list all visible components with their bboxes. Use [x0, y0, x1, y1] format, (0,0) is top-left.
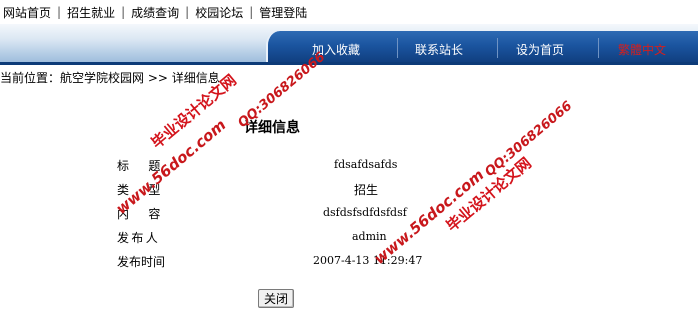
nav-separator: |	[57, 5, 62, 19]
detail-title: 详细信息	[244, 120, 300, 136]
author-label: 发布人	[117, 231, 161, 245]
breadcrumb: 当前位置：航空学院校园网 >> 详细信息	[0, 69, 220, 86]
nav-jobs-link[interactable]: 招生就业	[66, 4, 116, 21]
breadcrumb-prefix: 当前位置：	[0, 71, 61, 85]
banner-divider	[397, 38, 398, 58]
nav-separator: |	[121, 5, 126, 19]
content-label: 内 容	[117, 207, 169, 221]
page: 网站首页 | 招生就业 | 成绩查询 | 校园论坛 | 管理登陆 加入收藏 联系…	[0, 0, 698, 327]
watermark-qq: QQ:306826066	[482, 98, 576, 180]
breadcrumb-arrow: >>	[147, 71, 168, 85]
publish-time-value: 2007-4-13 11:29:47	[313, 254, 423, 267]
watermark-site-name: 毕业设计论文网	[442, 153, 535, 236]
set-homepage-link[interactable]: 设为首页	[516, 41, 564, 58]
nav-grades-link[interactable]: 成绩查询	[130, 4, 180, 21]
top-nav: 网站首页 | 招生就业 | 成绩查询 | 校园论坛 | 管理登陆	[0, 0, 308, 24]
title-value: fdsafdsafds	[334, 158, 398, 171]
nav-admin-link[interactable]: 管理登陆	[258, 4, 308, 21]
nav-separator: |	[185, 5, 190, 19]
publish-time-label: 发布时间	[117, 255, 166, 269]
type-value: 招生	[354, 183, 379, 197]
title-label: 标 题	[117, 159, 169, 173]
nav-separator: |	[249, 5, 254, 19]
content-value: dsfdsfsdfdsfdsf	[323, 206, 407, 219]
nav-forum-link[interactable]: 校园论坛	[194, 4, 244, 21]
add-favorite-link[interactable]: 加入收藏	[312, 41, 360, 58]
breadcrumb-current: 详细信息	[171, 71, 220, 85]
nav-home-link[interactable]: 网站首页	[2, 4, 52, 21]
banner-divider	[598, 38, 599, 58]
contact-admin-link[interactable]: 联系站长	[415, 41, 463, 58]
banner-underline	[0, 62, 698, 65]
banner-divider	[497, 38, 498, 58]
type-label: 类 型	[117, 183, 169, 197]
breadcrumb-site-link[interactable]: 航空学院校园网	[60, 71, 144, 85]
traditional-chinese-link[interactable]: 繁體中文	[618, 41, 666, 58]
close-button[interactable]: 关闭	[258, 289, 294, 308]
author-value: admin	[352, 230, 387, 243]
